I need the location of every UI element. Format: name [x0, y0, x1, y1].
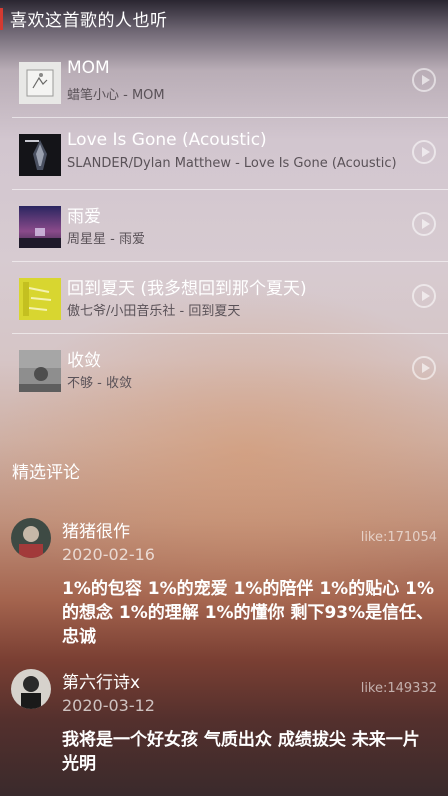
- like-count[interactable]: like:149332: [361, 681, 437, 696]
- comment-username[interactable]: 猪猪很作: [62, 517, 130, 542]
- song-artist-album: 蜡笔小心 - MOM: [67, 88, 165, 103]
- comment-text: 1%的包容 1%的宠爱 1%的陪伴 1%的贴心 1%的想念 1%的理解 1%的懂…: [62, 579, 434, 647]
- song-title: MOM: [67, 58, 110, 78]
- song-artist-album: 傲七爷/小田音乐社 - 回到夏天: [67, 304, 241, 319]
- recommend-section-title: 喜欢这首歌的人也听: [10, 11, 168, 31]
- song-list: MOM 蜡笔小心 - MOM Love Is Gone (Acoustic) S…: [12, 46, 448, 405]
- comment-date: 2020-02-16: [62, 545, 155, 564]
- song-item[interactable]: 回到夏天 (我多想回到那个夏天) 傲七爷/小田音乐社 - 回到夏天: [12, 262, 448, 334]
- comment-username[interactable]: 第六行诗x: [62, 668, 140, 693]
- album-cover: [19, 278, 61, 320]
- section-accent-bar: [0, 8, 3, 30]
- song-title: Love Is Gone (Acoustic): [67, 130, 267, 150]
- play-icon[interactable]: [412, 212, 436, 236]
- play-icon[interactable]: [412, 284, 436, 308]
- play-icon[interactable]: [412, 356, 436, 380]
- song-item[interactable]: MOM 蜡笔小心 - MOM: [12, 46, 448, 118]
- album-cover: [19, 350, 61, 392]
- like-count[interactable]: like:171054: [361, 530, 437, 545]
- song-title: 回到夏天 (我多想回到那个夏天): [67, 279, 307, 299]
- song-title: 雨爱: [67, 207, 101, 227]
- play-icon[interactable]: [412, 140, 436, 164]
- song-title: 收敛: [67, 351, 101, 371]
- avatar[interactable]: [11, 518, 51, 558]
- song-item[interactable]: 雨爱 周星星 - 雨爱: [12, 190, 448, 262]
- song-artist-album: 不够 - 收敛: [67, 376, 132, 391]
- album-cover: [19, 62, 61, 104]
- avatar[interactable]: [11, 669, 51, 709]
- song-item[interactable]: Love Is Gone (Acoustic) SLANDER/Dylan Ma…: [12, 118, 448, 190]
- song-item[interactable]: 收敛 不够 - 收敛: [12, 334, 448, 405]
- song-artist-album: SLANDER/Dylan Matthew - Love Is Gone (Ac…: [67, 156, 397, 171]
- album-cover: [19, 206, 61, 248]
- comments-section-title: 精选评论: [12, 463, 80, 483]
- comment-text: 我将是一个好女孩 气质出众 成绩拔尖 未来一片光明: [62, 730, 420, 774]
- comment-date: 2020-03-12: [62, 696, 155, 715]
- song-artist-album: 周星星 - 雨爱: [67, 232, 145, 247]
- play-icon[interactable]: [412, 68, 436, 92]
- album-cover: [19, 134, 61, 176]
